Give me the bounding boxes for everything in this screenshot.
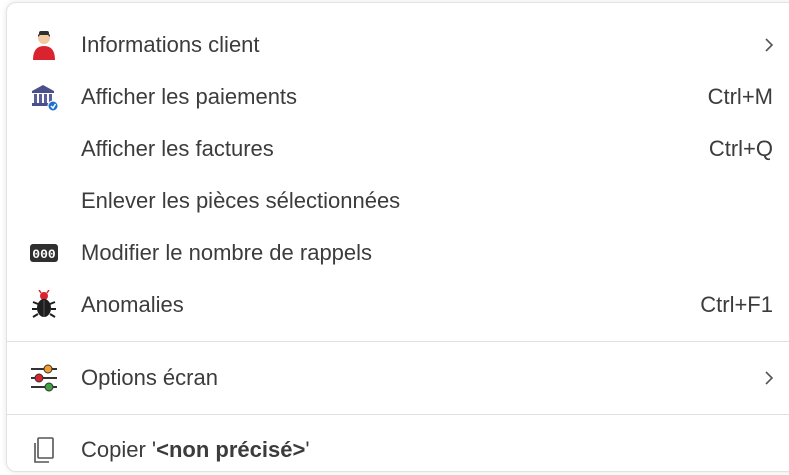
menu-item-enlever-pieces[interactable]: Enlever les pièces sélectionnées (7, 176, 789, 226)
menu-item-modifier-rappels[interactable]: 000 Modifier le nombre de rappels (7, 228, 789, 278)
menu-item-label: Enlever les pièces sélectionnées (81, 188, 401, 213)
chevron-right-icon (762, 35, 776, 55)
menu-item-label: Copier '<non précisé>' (81, 437, 310, 463)
counter-icon: 000 (27, 236, 61, 270)
menu-item-afficher-factures[interactable]: Afficher les factures Ctrl+Q (7, 124, 789, 174)
copy-value: <non précisé> (156, 437, 306, 462)
chevron-right-icon (762, 368, 776, 388)
menu-item-label: Anomalies (81, 292, 184, 317)
menu-item-options-ecran[interactable]: Options écran (7, 353, 789, 403)
menu-separator (7, 341, 789, 342)
customer-icon (27, 28, 61, 62)
copy-prefix: Copier ' (81, 437, 157, 462)
menu-item-label: Afficher les paiements (81, 84, 298, 109)
menu-item-label: Afficher les factures (81, 136, 274, 161)
menu-item-afficher-paiements[interactable]: Afficher les paiements Ctrl+M (7, 72, 789, 122)
bank-icon (27, 80, 61, 114)
copy-suffix: ' (305, 437, 310, 462)
menu-item-anomalies[interactable]: Anomalies Ctrl+F1 (7, 280, 789, 330)
menu-item-label: Informations client (81, 32, 260, 57)
copy-icon (27, 433, 61, 467)
shortcut-label: Ctrl+M (707, 84, 773, 109)
shortcut-label: Ctrl+Q (708, 136, 773, 161)
svg-text:000: 000 (32, 247, 56, 262)
menu-item-label: Options écran (81, 365, 218, 390)
menu-item-label: Modifier le nombre de rappels (81, 240, 373, 265)
context-menu: Informations client Afficher les paiemen… (6, 2, 789, 472)
menu-item-informations-client[interactable]: Informations client (7, 20, 789, 70)
shortcut-label: Ctrl+F1 (700, 292, 773, 317)
menu-separator (7, 414, 789, 415)
sliders-icon (27, 361, 61, 395)
bug-icon (27, 288, 61, 322)
menu-item-copier[interactable]: Copier '<non précisé>' (7, 425, 789, 475)
